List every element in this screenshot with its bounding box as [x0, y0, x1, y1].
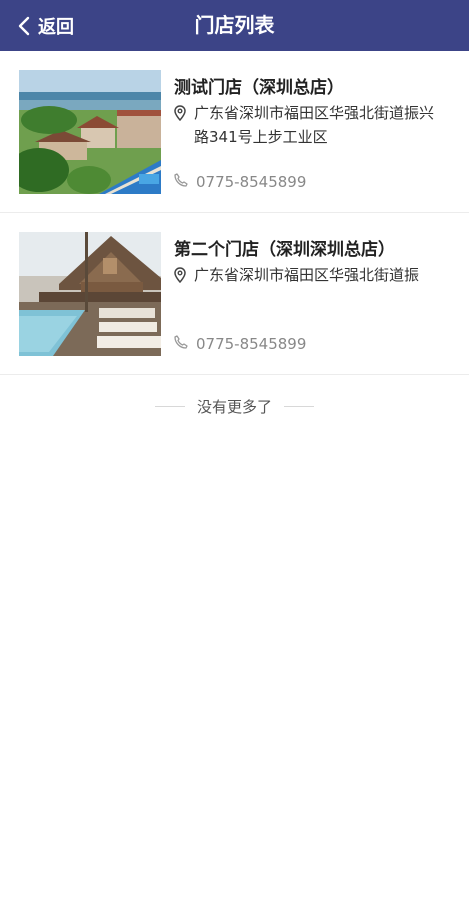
list-end-indicator: 没有更多了	[0, 375, 469, 437]
store-name: 测试门店（深圳总店）	[174, 78, 344, 98]
store-address-text: 广东省深圳市福田区华强北街道振	[194, 266, 420, 284]
store-address: 广东省深圳市福田区华强北街道振兴路341号上步工业区	[174, 101, 454, 149]
store-phone[interactable]: 0775-8545899	[174, 172, 306, 191]
phone-icon	[174, 172, 188, 191]
store-address-text: 广东省深圳市福田区华强北街道振兴路341号上步工业区	[194, 104, 435, 146]
store-address: 广东省深圳市福田区华强北街道振	[174, 263, 454, 287]
store-list-item[interactable]: 测试门店（深圳总店） 广东省深圳市福田区华强北街道振兴路341号上步工业区 07…	[0, 51, 469, 213]
store-list-item[interactable]: 第二个门店（深圳深圳总店） 广东省深圳市福田区华强北街道振 0775-85458…	[0, 213, 469, 375]
divider-line	[284, 405, 314, 407]
location-pin-icon	[174, 267, 186, 287]
store-phone[interactable]: 0775-8545899	[174, 334, 306, 353]
store-photo-poolside-lodge	[19, 232, 161, 356]
store-phone-number: 0775-8545899	[196, 172, 307, 191]
chevron-left-icon	[18, 16, 30, 36]
store-phone-number: 0775-8545899	[196, 334, 307, 353]
store-name: 第二个门店（深圳深圳总店）	[174, 240, 395, 260]
back-label: 返回	[38, 16, 74, 38]
location-pin-icon	[174, 105, 186, 149]
back-button[interactable]: 返回	[18, 0, 74, 51]
no-more-text: 没有更多了	[196, 397, 272, 416]
store-photo-coastal-resort	[19, 70, 161, 194]
top-nav-bar: 返回 门店列表	[0, 0, 469, 51]
phone-icon	[174, 334, 188, 353]
divider-line	[154, 405, 185, 407]
